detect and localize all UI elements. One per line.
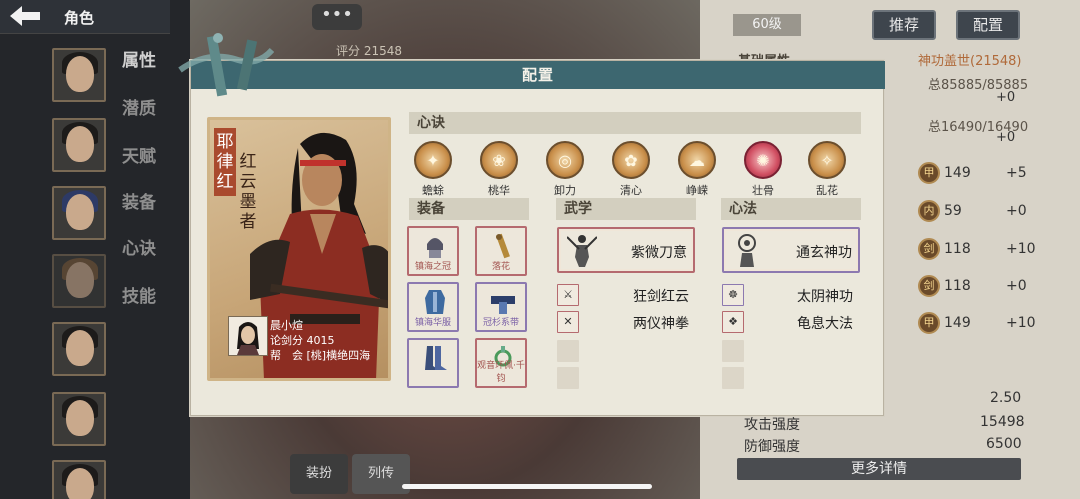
mind-skill-1-name[interactable]: 太阴神功	[797, 286, 853, 306]
extra-stat-value: 2.50	[990, 390, 1022, 406]
player-avatar[interactable]	[228, 316, 268, 356]
chat-button[interactable]: •••	[312, 4, 362, 30]
mind-section-header: 心法	[721, 198, 861, 220]
side-menu-skills[interactable]: 技能	[122, 282, 156, 307]
armor-icon	[425, 290, 445, 314]
sword-icon: 剑	[918, 238, 940, 260]
martial-empty-slot-1[interactable]	[557, 340, 579, 362]
martial-main-skill[interactable]: 紫微刀意	[557, 227, 695, 273]
side-menu-talent[interactable]: 天赋	[122, 142, 156, 167]
home-indicator[interactable]	[402, 484, 652, 489]
weapon-icon	[496, 233, 510, 259]
character-title: 红云墨者	[239, 152, 257, 232]
equipment-section-header: 装备	[409, 198, 529, 220]
stat-row-1: 甲 149 +5	[888, 162, 1048, 186]
stat-row-2: 内 59 +0	[888, 200, 1048, 224]
mind-skill-2-name[interactable]: 龟息大法	[797, 313, 853, 333]
player-info: 晨小煊 论剑分 4015 帮 会 [桃]横绝四海	[270, 318, 370, 363]
attack-value: 15498	[980, 414, 1025, 430]
boots-icon	[425, 346, 447, 370]
martial-section-header: 武学	[556, 198, 696, 220]
equip-weapon[interactable]: 落花	[475, 226, 527, 276]
page-title: 角色	[64, 9, 95, 27]
guild-name: 帮 会 [桃]横绝四海	[270, 349, 371, 362]
character-avatar-6[interactable]	[52, 392, 106, 446]
level-badge: 60级	[733, 14, 801, 36]
inner-power-icon: 内	[918, 200, 940, 222]
character-card: 耶律红 红云墨者 晨小煊 论剑分 4015 帮 会 [桃]横绝四海	[207, 117, 391, 381]
sword-score: 论剑分 4015	[270, 334, 335, 347]
heart-peach-blossom[interactable]: ❀ 桃华	[471, 141, 527, 198]
back-arrow-icon[interactable]	[8, 4, 48, 30]
modal-title: 配置	[191, 61, 885, 89]
character-avatar-3[interactable]	[52, 186, 106, 240]
heart-unload-force[interactable]: ◎ 卸力	[537, 141, 593, 198]
mind-empty-slot-2[interactable]	[722, 367, 744, 389]
player-name: 晨小煊	[270, 319, 303, 332]
stat-row-3: 剑 118 +10	[888, 238, 1048, 262]
mind-empty-slot-1[interactable]	[722, 340, 744, 362]
martial-skill-2-name[interactable]: 两仪神拳	[633, 313, 689, 333]
biography-tab[interactable]: 列传	[352, 454, 410, 494]
top-bar: 角色	[0, 0, 170, 34]
equip-belt[interactable]: 冠杉系带	[475, 282, 527, 332]
sword-icon: 剑	[918, 275, 940, 297]
config-modal: 配置 耶律红 红云墨者 晨小煊 论剑分 4015 帮 会 [桃]横绝四海 心诀 …	[190, 60, 885, 416]
heart-clear-mind[interactable]: ✿ 清心	[603, 141, 659, 198]
character-avatar-2[interactable]	[52, 118, 106, 172]
equip-helmet[interactable]: 镇海之冠	[407, 226, 459, 276]
equip-armor[interactable]: 镇海华服	[407, 282, 459, 332]
heart-peach-blossom-icon: ❀	[480, 141, 518, 179]
character-name: 耶律红	[214, 128, 236, 196]
armor-icon: 甲	[918, 162, 940, 184]
outfit-tab[interactable]: 装扮	[290, 454, 348, 494]
heart-clear-mind-icon: ✿	[612, 141, 650, 179]
heart-toad[interactable]: ✦ 蟾蜍	[405, 141, 461, 198]
blade-fighter-icon	[567, 235, 597, 267]
martial-skill-1-icon[interactable]: ⚔	[557, 284, 579, 306]
mind-skill-2-icon[interactable]: ❖	[722, 311, 744, 333]
side-menu-heart[interactable]: 心诀	[122, 234, 156, 259]
score-label: 评分 21548	[336, 44, 402, 58]
more-details-button[interactable]: 更多详情	[737, 458, 1021, 480]
heart-strong-bones[interactable]: ✺ 壮骨	[735, 141, 791, 198]
equip-boots[interactable]	[407, 338, 459, 388]
helmet-icon	[427, 238, 443, 258]
side-menu-equipment[interactable]: 装备	[122, 188, 156, 213]
heart-chaotic-flowers-icon: ✧	[808, 141, 846, 179]
mind-skill-1-icon[interactable]: ☸	[722, 284, 744, 306]
banner-decoration-icon	[178, 33, 274, 97]
martial-skill-1-name[interactable]: 狂剑红云	[633, 286, 689, 306]
character-avatar-4[interactable]	[52, 254, 106, 308]
martial-empty-slot-2[interactable]	[557, 367, 579, 389]
hp-increment: +0	[996, 90, 1016, 105]
defense-value: 6500	[986, 436, 1022, 452]
attack-label: 攻击强度	[744, 417, 800, 433]
meditation-figure-icon	[738, 234, 756, 267]
mp-increment: +0	[996, 130, 1016, 145]
side-menu-potential[interactable]: 潜质	[122, 94, 156, 119]
armor-icon: 甲	[918, 312, 940, 334]
stat-row-5: 甲 149 +10	[888, 312, 1048, 336]
equip-accessory[interactable]: 观音环佩·千钧	[475, 338, 527, 388]
hero-title-label: 神功盖世(21548)	[918, 54, 1022, 69]
heart-chaotic-flowers[interactable]: ✧ 乱花	[799, 141, 855, 198]
heart-section-header: 心诀	[409, 112, 861, 134]
defense-label: 防御强度	[744, 439, 800, 455]
heart-prominence-icon: ☁	[678, 141, 716, 179]
martial-skill-2-icon[interactable]: ✕	[557, 311, 579, 333]
stat-row-4: 剑 118 +0	[888, 275, 1048, 299]
character-avatar-7[interactable]	[52, 460, 106, 499]
belt-icon	[491, 296, 515, 314]
side-menu-attributes[interactable]: 属性	[122, 46, 156, 71]
config-button[interactable]: 配置	[956, 10, 1020, 40]
mind-main-skill[interactable]: 通玄神功	[722, 227, 860, 273]
recommend-button[interactable]: 推荐	[872, 10, 936, 40]
heart-prominence[interactable]: ☁ 峥嵘	[669, 141, 725, 198]
heart-strong-bones-icon: ✺	[744, 141, 782, 179]
heart-toad-icon: ✦	[414, 141, 452, 179]
character-avatar-5[interactable]	[52, 322, 106, 376]
character-avatar-1[interactable]	[52, 48, 106, 102]
heart-unload-force-icon: ◎	[546, 141, 584, 179]
